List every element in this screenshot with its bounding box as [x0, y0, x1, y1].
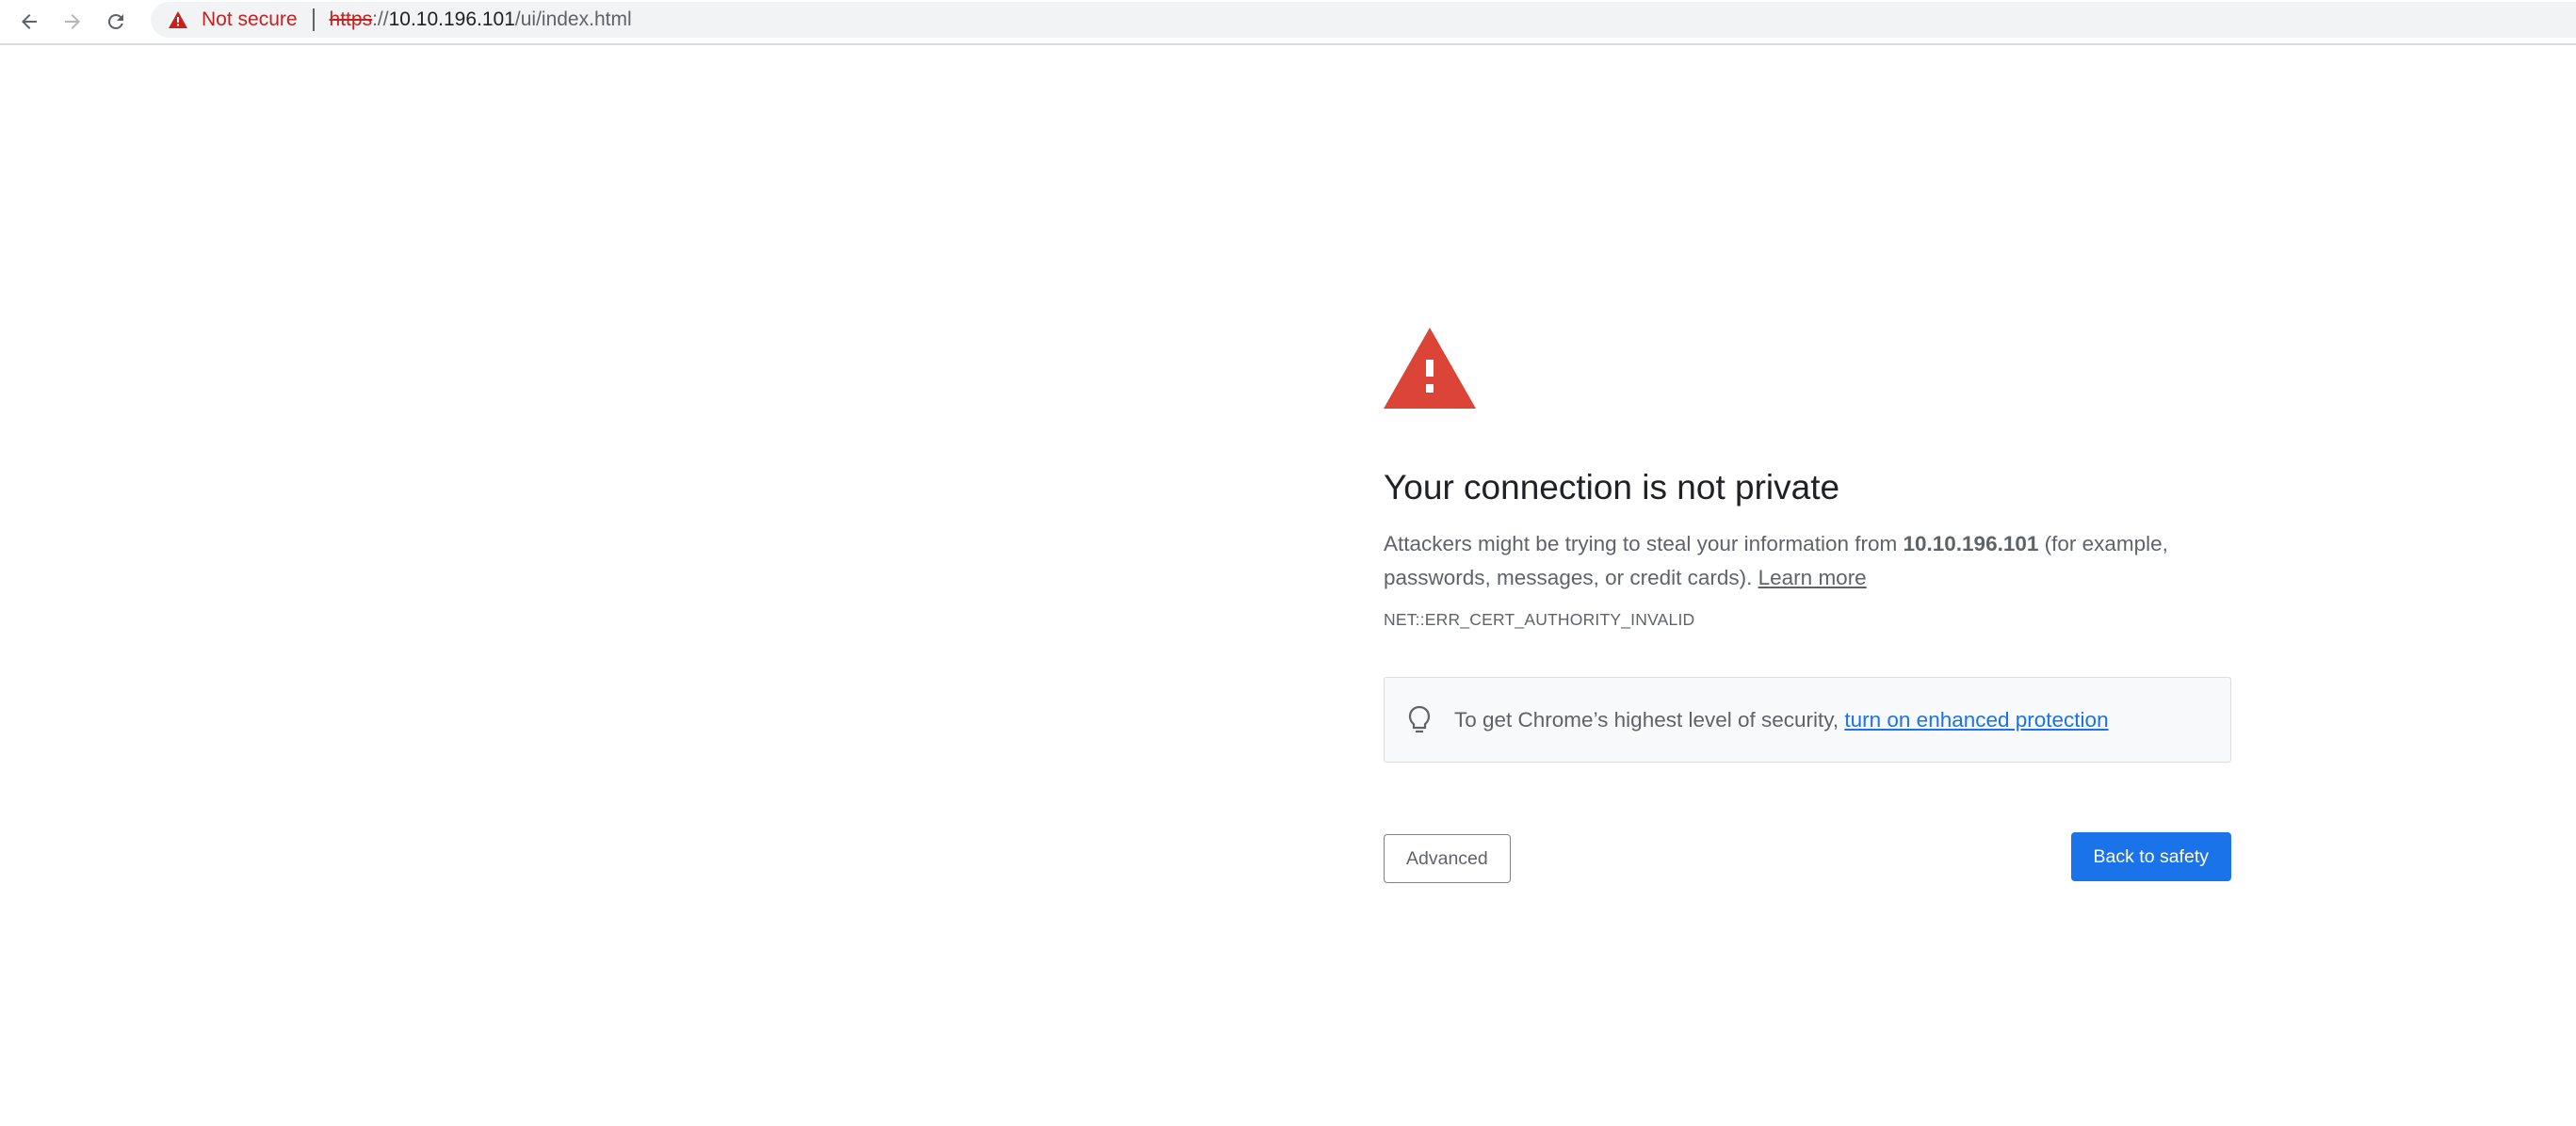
forward-button[interactable] — [51, 3, 94, 40]
url-path: /ui/index.html — [514, 8, 632, 30]
warning-icon — [1384, 328, 1476, 409]
description-text-1: Attackers might be trying to steal your … — [1384, 532, 1904, 555]
url-separator: :// — [372, 8, 389, 30]
address-bar[interactable]: Not secure https://10.10.196.101/ui/inde… — [151, 2, 2576, 38]
url-scheme: https — [329, 8, 373, 30]
back-to-safety-button[interactable]: Back to safety — [2070, 832, 2231, 881]
enhanced-protection-text: To get Chrome’s highest level of securit… — [1454, 708, 2109, 732]
arrow-right-icon — [65, 14, 80, 29]
enhanced-protection-banner: To get Chrome’s highest level of securit… — [1384, 677, 2231, 763]
learn-more-link[interactable]: Learn more — [1758, 566, 1867, 589]
error-description: Attackers might be trying to steal your … — [1384, 527, 2231, 595]
reload-button[interactable] — [94, 3, 138, 40]
omnibox-divider — [312, 8, 315, 31]
warning-triangle-icon[interactable] — [168, 10, 188, 29]
action-buttons: Advanced Back to safety — [1384, 832, 2231, 883]
advanced-button[interactable]: Advanced — [1384, 834, 1511, 883]
url-host: 10.10.196.101 — [388, 8, 515, 30]
interstitial-content: Your connection is not private Attackers… — [1384, 328, 2231, 883]
lightbulb-icon — [1407, 705, 1432, 735]
page-title: Your connection is not private — [1384, 468, 1840, 507]
enhanced-protection-link[interactable]: turn on enhanced protection — [1844, 708, 2108, 732]
enhanced-protection-prefix: To get Chrome’s highest level of securit… — [1454, 707, 1845, 732]
reload-icon — [107, 13, 123, 29]
arrow-left-icon — [22, 14, 37, 29]
back-button[interactable] — [8, 3, 51, 40]
description-host: 10.10.196.101 — [1903, 532, 2039, 555]
error-code: NET::ERR_CERT_AUTHORITY_INVALID — [1384, 610, 1695, 629]
url-text[interactable]: https://10.10.196.101/ui/index.html — [330, 8, 632, 31]
browser-toolbar: Not secure https://10.10.196.101/ui/inde… — [0, 0, 2576, 45]
not-secure-label[interactable]: Not secure — [202, 8, 298, 31]
